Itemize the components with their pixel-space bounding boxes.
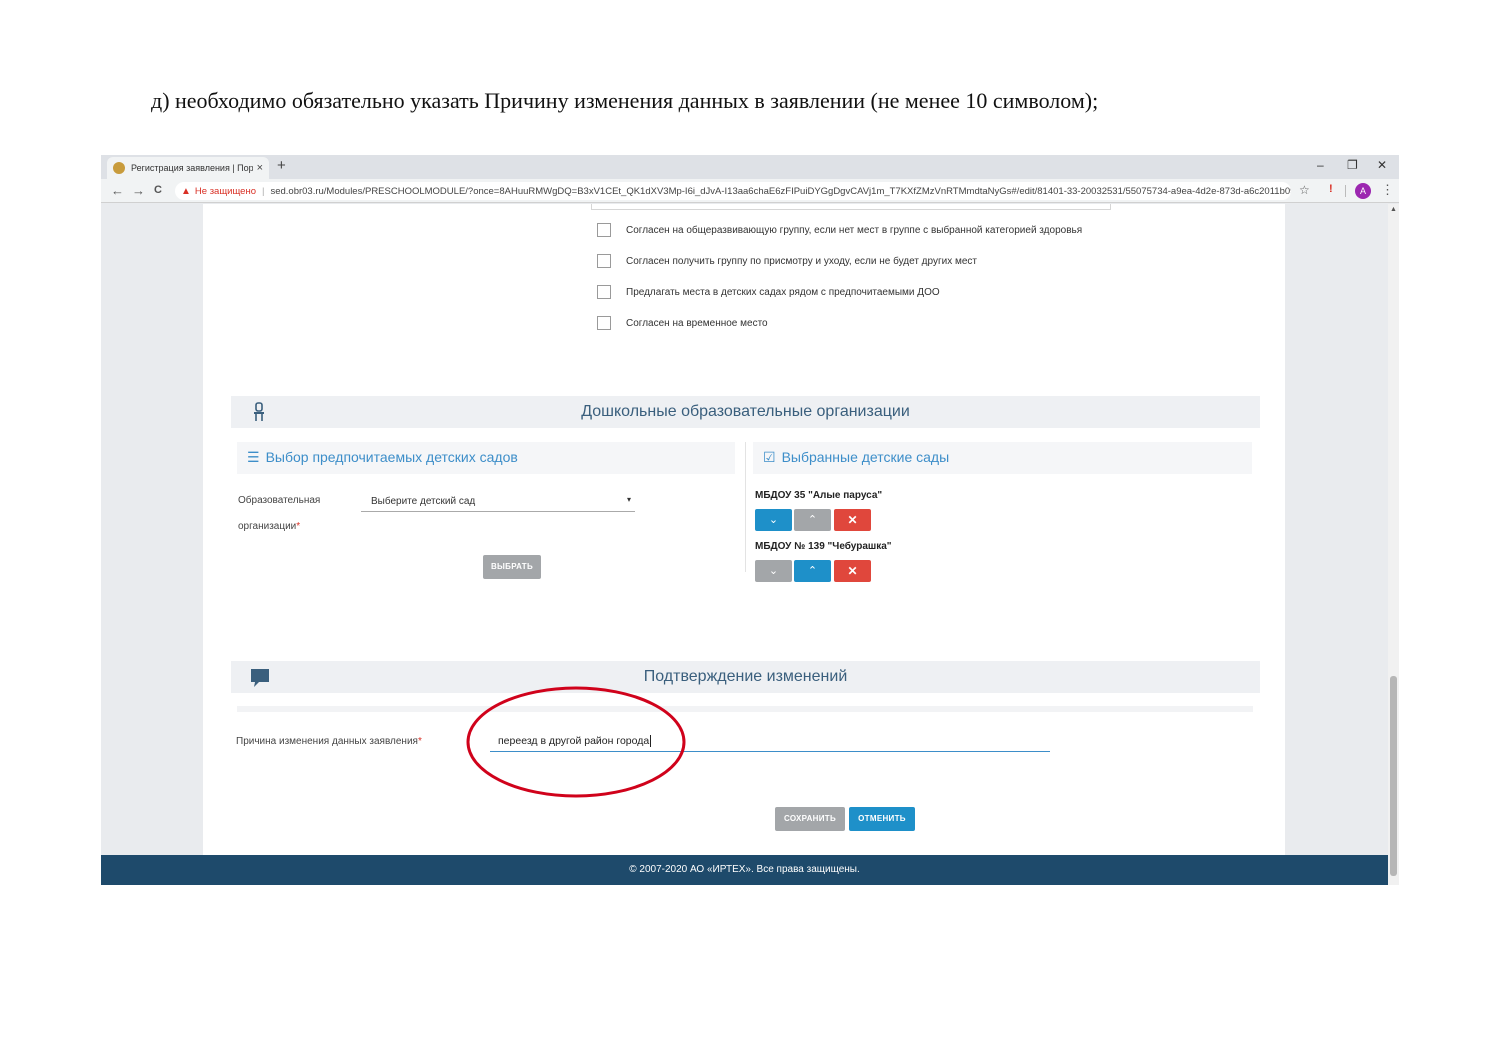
selected-kindergarten-2: МБДОУ № 139 "Чебурашка"	[755, 541, 892, 552]
move-up-button[interactable]: ⌃	[794, 560, 831, 582]
extension-icon[interactable]: !	[1329, 183, 1333, 195]
checkbox[interactable]	[597, 316, 611, 330]
scroll-thumb[interactable]	[1390, 676, 1397, 876]
profile-avatar[interactable]: A	[1355, 183, 1371, 199]
forward-arrow-icon[interactable]: →	[132, 183, 145, 198]
address-bar[interactable]: ▲ Не защищено | sed.obr03.ru/Modules/PRE…	[175, 182, 1291, 200]
site-emblem-icon	[113, 162, 125, 174]
red-highlight-ellipse	[466, 686, 686, 798]
checkbox[interactable]	[597, 285, 611, 299]
tab-close-icon[interactable]: ×	[257, 162, 263, 174]
option-label: Согласен на временное место	[626, 317, 768, 329]
column-divider	[745, 442, 746, 572]
close-window-button[interactable]: ✕	[1377, 158, 1387, 172]
new-tab-button[interactable]: +	[277, 157, 286, 174]
divider	[237, 706, 1253, 712]
confirm-section-title: Подтверждение изменений	[643, 668, 848, 685]
option-label: Предлагать места в детских садах рядом с…	[626, 286, 940, 298]
browser-menu-icon[interactable]: ⋮	[1381, 182, 1394, 198]
option-care-group[interactable]: Согласен получить группу по присмотру и …	[597, 254, 977, 268]
option-temporary-place[interactable]: Согласен на временное место	[597, 316, 768, 330]
kindergarten-select[interactable]: Выберите детский сад ▾	[361, 492, 635, 512]
confirm-section-header: Подтверждение изменений	[231, 661, 1260, 693]
reason-label-text: Причина изменения данных заявления	[236, 736, 418, 747]
move-up-button[interactable]: ⌃	[794, 509, 831, 531]
choose-kindergartens-header: ☰ Выбор предпочитаемых детских садов	[237, 442, 735, 474]
warning-icon: ▲	[181, 185, 191, 197]
org-label-line1: Образовательная	[238, 495, 321, 506]
url-text[interactable]: sed.obr03.ru/Modules/PRESCHOOLMODULE/?on…	[270, 186, 1291, 197]
tab-title: Регистрация заявления | Порта	[131, 163, 253, 173]
selected-kindergartens-header: ☑ Выбранные детские сады	[753, 442, 1252, 474]
selected-kindergartens-title: Выбранные детские сады	[781, 449, 950, 465]
option-nearby-kindergartens[interactable]: Предлагать места в детских садах рядом с…	[597, 285, 940, 299]
minimize-button[interactable]: –	[1317, 158, 1324, 172]
selected-kindergarten-1: МБДОУ 35 "Алые паруса"	[755, 490, 883, 501]
url-separator: |	[261, 185, 265, 197]
toolbar-divider	[1345, 185, 1346, 197]
security-warning[interactable]: Не защищено	[195, 186, 256, 197]
list-icon: ☰	[247, 449, 260, 465]
document-caption: д) необходимо обязательно указать Причин…	[151, 88, 1099, 113]
remove-button[interactable]: ✕	[834, 560, 871, 582]
browser-window: Регистрация заявления | Порта × + – ❐ ✕ …	[101, 155, 1399, 885]
bookmark-star-icon[interactable]: ☆	[1299, 183, 1310, 197]
vertical-scrollbar[interactable]: ▲	[1388, 204, 1399, 885]
checkbox[interactable]	[597, 254, 611, 268]
org-label-line2: организации	[238, 521, 297, 532]
option-general-group[interactable]: Согласен на общеразвивающую группу, если…	[597, 223, 1082, 237]
choose-kindergartens-title: Выбор предпочитаемых детских садов	[265, 449, 518, 465]
back-arrow-icon[interactable]: ←	[111, 183, 124, 198]
org-label: организации*	[238, 521, 300, 532]
reason-label: Причина изменения данных заявления*	[236, 736, 422, 747]
reload-icon[interactable]: C	[154, 184, 162, 196]
previous-field-edge	[591, 204, 1111, 210]
option-label: Согласен на общеразвивающую группу, если…	[626, 224, 1083, 236]
cancel-button[interactable]: ОТМЕНИТЬ	[849, 807, 915, 831]
remove-button[interactable]: ✕	[834, 509, 871, 531]
tab-strip: Регистрация заявления | Порта × + – ❐ ✕	[101, 155, 1399, 179]
save-button[interactable]: СОХРАНИТЬ	[775, 807, 845, 831]
scroll-up-icon[interactable]: ▲	[1390, 206, 1397, 213]
choose-button[interactable]: ВЫБРАТЬ	[483, 555, 541, 579]
preschool-section-header: Дошкольные образовательные организации	[231, 396, 1260, 428]
preschool-section-title: Дошкольные образовательные организации	[581, 403, 910, 420]
dropdown-arrow-icon: ▾	[626, 495, 631, 504]
option-label: Согласен получить группу по присмотру и …	[626, 255, 977, 267]
move-down-button[interactable]: ⌄	[755, 509, 792, 531]
page-viewport: Согласен на общеразвивающую группу, если…	[101, 204, 1388, 885]
checkbox[interactable]	[597, 223, 611, 237]
required-mark: *	[296, 521, 301, 532]
maximize-button[interactable]: ❐	[1347, 158, 1358, 172]
required-mark: *	[417, 736, 422, 747]
application-form: Согласен на общеразвивающую группу, если…	[203, 204, 1285, 864]
select-placeholder: Выберите детский сад	[371, 496, 476, 507]
browser-tab[interactable]: Регистрация заявления | Порта ×	[107, 157, 269, 179]
checkbox-checked-icon: ☑	[763, 449, 776, 465]
page-footer: © 2007-2020 АО «ИРТЕХ». Все права защище…	[101, 855, 1388, 885]
move-down-button[interactable]: ⌄	[755, 560, 792, 582]
browser-toolbar: ← → C ▲ Не защищено | sed.obr03.ru/Modul…	[101, 179, 1399, 203]
